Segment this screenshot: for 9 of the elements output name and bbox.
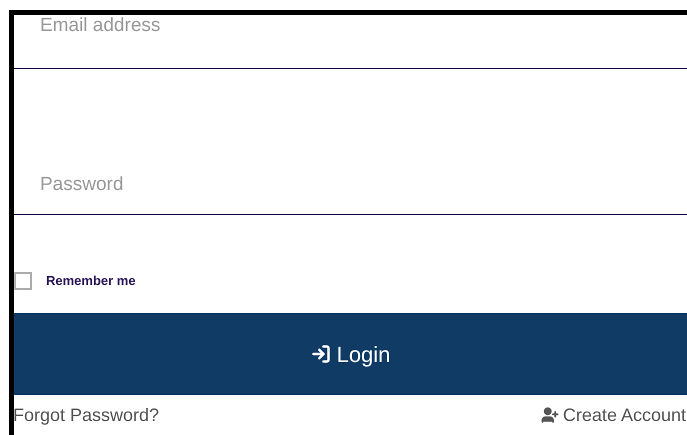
forgot-password-link[interactable]: Forgot Password? [13,402,160,428]
login-button[interactable]: Login [14,313,687,395]
user-plus-icon [540,406,559,424]
create-account-link[interactable]: Create Account [540,402,687,428]
password-field[interactable]: Password [14,69,687,215]
email-field[interactable]: Email address [14,15,687,69]
login-icon [310,344,331,364]
remember-label: Remember me [46,272,136,290]
remember-checkbox[interactable] [14,272,32,290]
